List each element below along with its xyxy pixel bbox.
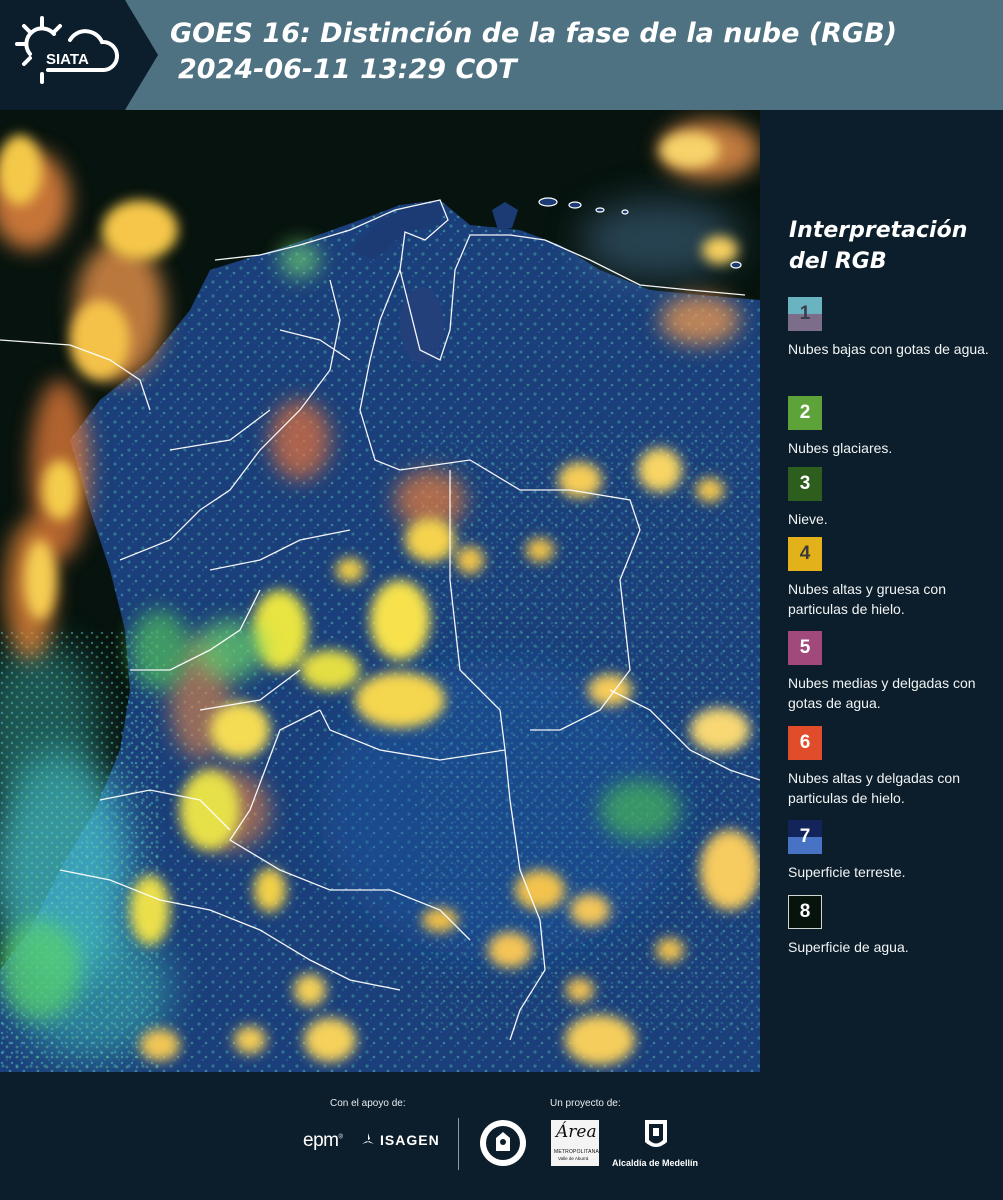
legend-swatch-6: 6 xyxy=(788,726,822,760)
legend-desc-4: Nubes altas y gruesa con particulas de h… xyxy=(788,581,946,617)
legend-desc-2: Nubes glaciares. xyxy=(788,440,893,456)
legend-item-3: 3 Nieve. xyxy=(788,467,998,529)
isagen-icon xyxy=(362,1133,374,1144)
legend-title: Interpretación del RGB xyxy=(789,218,968,274)
legend-swatch-1: 1 xyxy=(788,297,822,331)
legend-swatch-3: 3 xyxy=(788,467,822,501)
legend-item-8: 8 Superficie de agua. xyxy=(788,895,998,957)
title-line-1: GOES 16: Distinción de la fase de la nub… xyxy=(170,18,897,49)
legend-item-2: 2 Nubes glaciares. xyxy=(788,396,998,458)
page-title: GOES 16: Distinción de la fase de la nub… xyxy=(170,16,897,88)
area-valle-text: Valle de Aburrá xyxy=(558,1156,589,1161)
legend-desc-3: Nieve. xyxy=(788,511,828,527)
legend-desc-1: Nubes bajas con gotas de agua. xyxy=(788,341,989,357)
sun-cloud-icon: SIATA xyxy=(15,16,120,84)
legend-item-4: 4 Nubes altas y gruesa con particulas de… xyxy=(788,537,998,619)
footer-divider xyxy=(458,1118,459,1170)
isagen-logo[interactable]: ISAGEN xyxy=(360,1132,440,1148)
legend-item-7: 7 Superficie terreste. xyxy=(788,820,998,882)
area-text: Área xyxy=(556,1122,597,1142)
legend-swatch-5: 5 xyxy=(788,631,822,665)
satellite-image xyxy=(0,110,760,1072)
logo-text: SIATA xyxy=(46,51,89,68)
satellite-map[interactable] xyxy=(0,110,760,1072)
epm-text: epm xyxy=(303,1130,339,1151)
university-seal-icon[interactable] xyxy=(478,1118,528,1168)
isagen-text: ISAGEN xyxy=(380,1132,440,1148)
legend-desc-5: Nubes medias y delgadas con gotas de agu… xyxy=(788,675,976,711)
legend-item-5: 5 Nubes medias y delgadas con gotas de a… xyxy=(788,631,998,713)
legend-swatch-7: 7 xyxy=(788,820,822,854)
support-label: Con el apoyo de: xyxy=(330,1098,406,1109)
legend-item-6: 6 Nubes altas y delgadas con particulas … xyxy=(788,726,998,808)
area-metropolitana-logo[interactable]: Área METROPOLITANA Valle de Aburrá xyxy=(551,1120,599,1166)
footer: Con el apoyo de: Un proyecto de: epm® IS… xyxy=(0,1072,1003,1200)
legend-panel: Interpretación del RGB 1 Nubes bajas con… xyxy=(762,110,1003,1072)
legend-desc-8: Superficie de agua. xyxy=(788,939,909,955)
siata-logo[interactable]: SIATA xyxy=(0,0,158,110)
legend-swatch-4: 4 xyxy=(788,537,822,571)
alcaldia-label[interactable]: Alcaldía de Medellín xyxy=(612,1158,698,1168)
alcaldia-shield-icon[interactable] xyxy=(643,1118,669,1154)
epm-logo[interactable]: epm® xyxy=(303,1130,343,1152)
legend-item-1: 1 Nubes bajas con gotas de agua. xyxy=(788,297,998,359)
legend-desc-7: Superficie terreste. xyxy=(788,864,906,880)
project-label: Un proyecto de: xyxy=(550,1098,621,1109)
legend-swatch-8: 8 xyxy=(788,895,822,929)
title-line-2: 2024-06-11 13:29 COT xyxy=(178,54,517,85)
legend-desc-6: Nubes altas y delgadas con particulas de… xyxy=(788,770,960,806)
header-bar: SIATA GOES 16: Distinción de la fase de … xyxy=(0,0,1003,110)
legend-swatch-2: 2 xyxy=(788,396,822,430)
area-metro-text: METROPOLITANA xyxy=(554,1149,600,1155)
